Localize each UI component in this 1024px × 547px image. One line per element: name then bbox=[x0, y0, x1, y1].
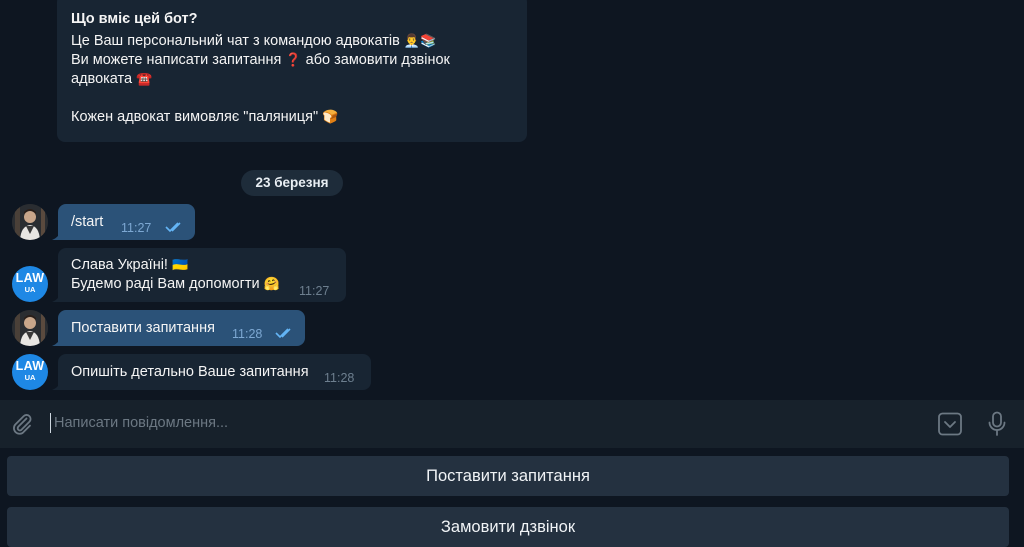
message-text: /start bbox=[71, 214, 104, 230]
message-text: Опишіть детально Ваше запитання bbox=[71, 364, 309, 380]
ukraine-flag-emoji: 🇺🇦 bbox=[171, 258, 189, 273]
bot-keyboard-icon bbox=[938, 412, 962, 436]
bot-intro-line: адвоката ☎️ bbox=[71, 71, 153, 87]
bot-keyboard-button[interactable] bbox=[937, 412, 963, 436]
incoming-message[interactable]: Опишіть детально Ваше запитання 11:28 bbox=[58, 354, 371, 390]
outgoing-message[interactable]: Поставити запитання 11:28 bbox=[58, 310, 305, 346]
message-composer: Написати повідомлення... bbox=[0, 400, 1024, 448]
request-call-button[interactable]: Замовити дзвінок bbox=[7, 507, 1009, 547]
reply-keyboard: Поставити запитання Замовити дзвінок bbox=[0, 448, 1024, 547]
bot-avatar-text: LAW bbox=[15, 271, 45, 285]
bot-avatar-text: LAW bbox=[15, 359, 45, 373]
read-ticks-icon bbox=[275, 328, 291, 339]
microphone-icon bbox=[988, 411, 1006, 436]
bot-avatar-subtext: UA bbox=[24, 285, 36, 294]
attach-button[interactable] bbox=[10, 412, 34, 436]
message-line: Слава Україні! 🇺🇦 bbox=[71, 257, 189, 273]
chat-history: Що вміє цей бот? Це Ваш персональний чат… bbox=[0, 0, 1024, 400]
message-line: Будемо раді Вам допомогти 🤗 bbox=[71, 276, 280, 292]
bot-intro-line: Ви можете написати запитання ❓ або замов… bbox=[71, 52, 450, 68]
voice-message-button[interactable] bbox=[986, 411, 1008, 437]
bot-avatar[interactable]: LAW UA bbox=[12, 266, 48, 302]
user-avatar[interactable] bbox=[12, 204, 48, 240]
bot-avatar[interactable]: LAW UA bbox=[12, 354, 48, 390]
text-caret bbox=[50, 413, 51, 433]
message-time: 11:28 bbox=[324, 371, 355, 385]
incoming-message[interactable]: Слава Україні! 🇺🇦 Будемо раді Вам допомо… bbox=[58, 248, 346, 302]
lawyer-books-emoji: 👨‍💼📚 bbox=[403, 34, 437, 49]
bot-avatar-subtext: UA bbox=[24, 373, 36, 382]
user-photo-icon bbox=[12, 310, 48, 346]
user-avatar[interactable] bbox=[12, 310, 48, 346]
question-mark-emoji: ❓ bbox=[285, 53, 302, 68]
bread-emoji: 🍞 bbox=[322, 110, 339, 125]
bot-intro-title: Що вміє цей бот? bbox=[71, 11, 198, 27]
message-input[interactable]: Написати повідомлення... bbox=[54, 415, 228, 431]
outgoing-message[interactable]: /start 11:27 bbox=[58, 204, 195, 240]
date-separator: 23 березня bbox=[241, 170, 343, 196]
message-text: Поставити запитання bbox=[71, 320, 215, 336]
telephone-emoji: ☎️ bbox=[136, 72, 153, 87]
bot-intro-message: Що вміє цей бот? Це Ваш персональний чат… bbox=[57, 0, 527, 142]
message-time: 11:28 bbox=[232, 327, 263, 341]
bot-intro-line: Кожен адвокат вимовляє "паляниця" 🍞 bbox=[71, 109, 339, 125]
bot-intro-line: Це Ваш персональний чат з командою адвок… bbox=[71, 33, 437, 49]
user-photo-icon bbox=[12, 204, 48, 240]
read-ticks-icon bbox=[165, 222, 181, 233]
paperclip-icon bbox=[13, 414, 32, 435]
message-time: 11:27 bbox=[299, 284, 330, 298]
ask-question-button[interactable]: Поставити запитання bbox=[7, 456, 1009, 496]
hugging-face-emoji: 🤗 bbox=[263, 277, 280, 292]
message-time: 11:27 bbox=[121, 221, 152, 235]
